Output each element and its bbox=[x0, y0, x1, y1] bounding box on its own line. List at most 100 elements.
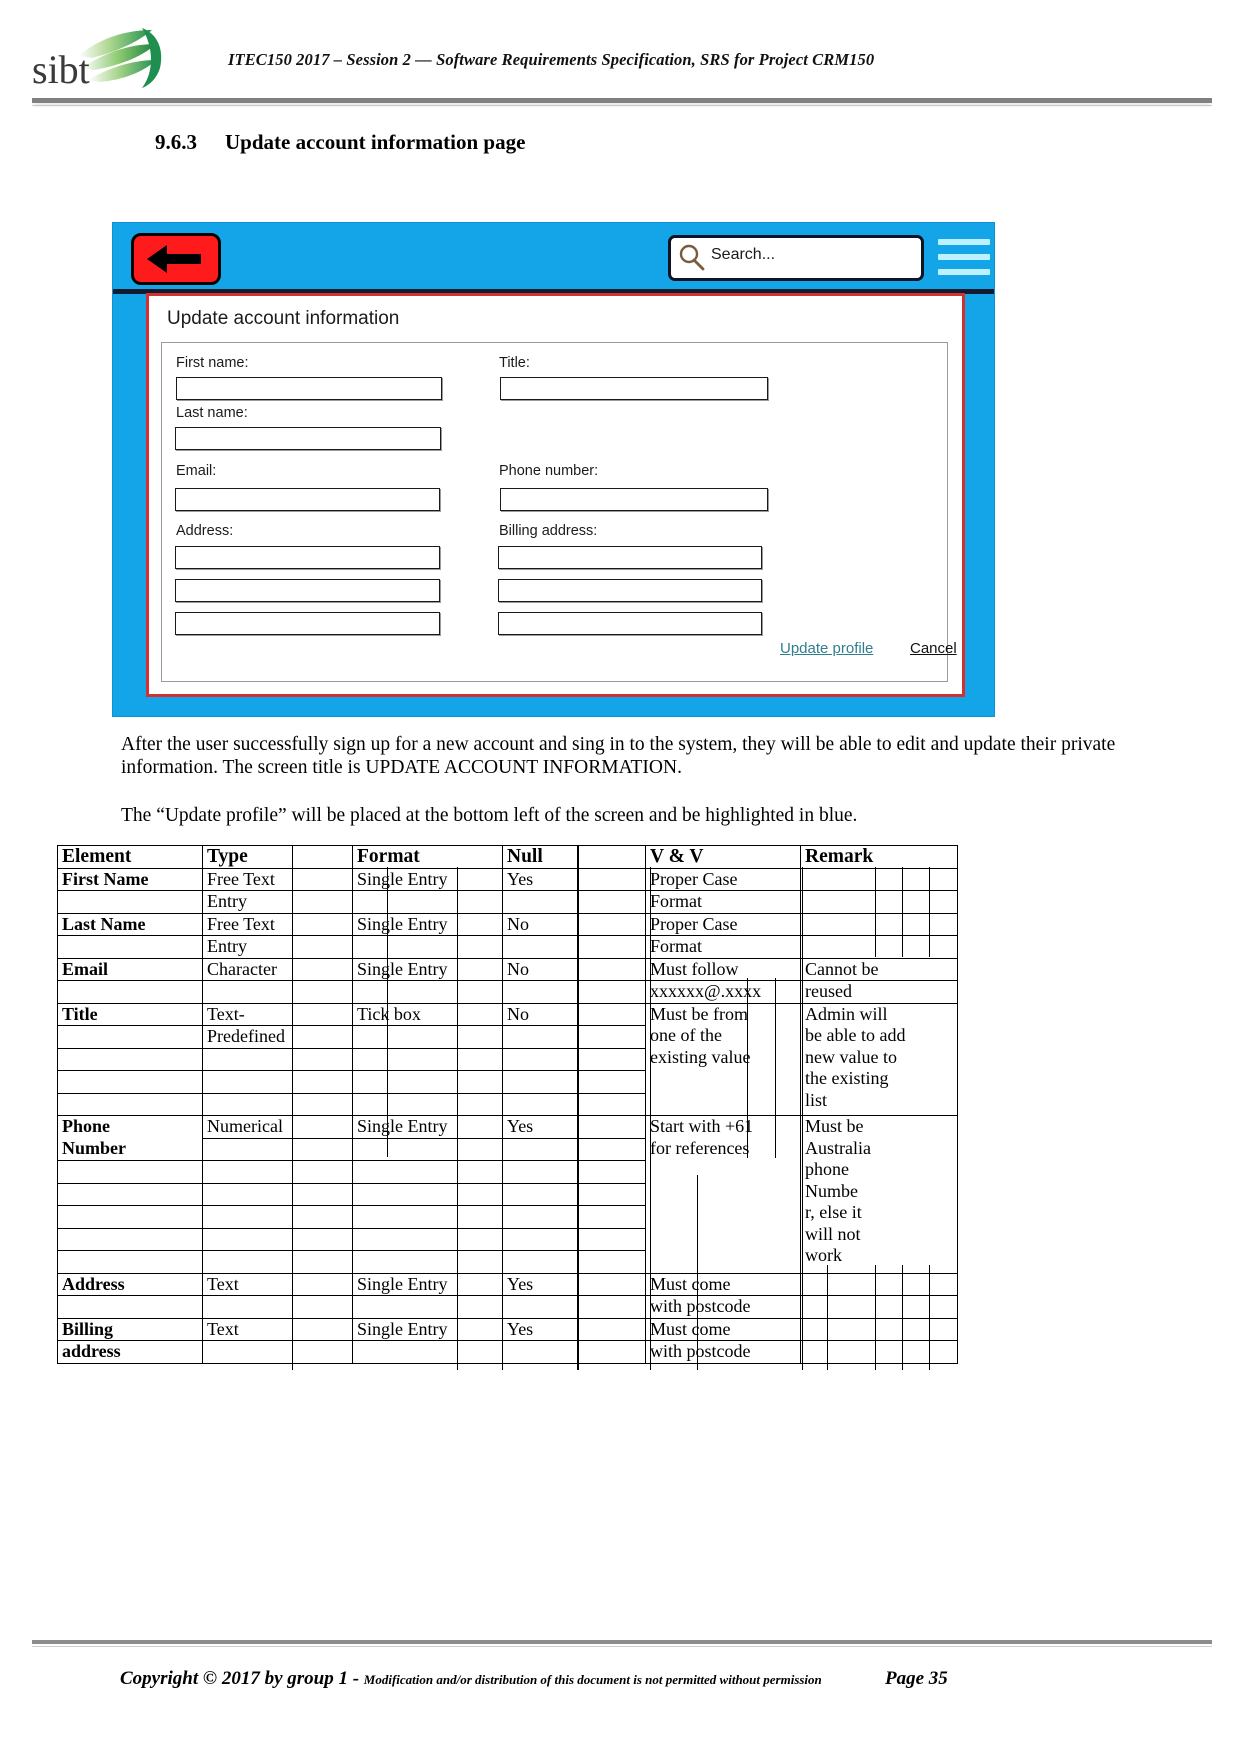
table-row: Billing Text Single Entry Yes Must come bbox=[57, 1317, 958, 1341]
search-input[interactable]: Search... bbox=[668, 235, 924, 281]
grid-artifact bbox=[902, 1265, 903, 1370]
grid-artifact bbox=[650, 867, 651, 1370]
cell-null-cont bbox=[502, 1340, 646, 1364]
cell-null: Yes bbox=[502, 867, 646, 891]
cell-format: Single Entry bbox=[352, 957, 503, 981]
cell-format-cont bbox=[352, 1137, 503, 1161]
cell-type: Text- bbox=[202, 1002, 353, 1026]
cell-pad bbox=[502, 1250, 646, 1274]
cell-pad bbox=[202, 1182, 353, 1206]
cell-vv: Proper Case bbox=[645, 912, 801, 936]
table-row: Email Character Single Entry No Must fol… bbox=[57, 957, 958, 981]
search-placeholder: Search... bbox=[711, 246, 776, 263]
cell-pad bbox=[57, 1205, 203, 1229]
grid-artifact bbox=[902, 867, 903, 957]
title-input[interactable] bbox=[500, 377, 768, 400]
last-name-input[interactable] bbox=[175, 427, 441, 450]
logo-wordmark: sibt bbox=[32, 47, 90, 90]
cell-pad bbox=[57, 1092, 203, 1116]
cell-null: Yes bbox=[502, 1272, 646, 1296]
th-vv: V & V bbox=[645, 845, 801, 869]
cell-pad bbox=[57, 1227, 203, 1251]
header-title: ITEC150 2017 – Session 2 — Software Requ… bbox=[228, 50, 875, 69]
cancel-link[interactable]: Cancel bbox=[910, 640, 957, 657]
cell-pad bbox=[352, 1205, 503, 1229]
header-divider bbox=[32, 98, 1212, 103]
cell-vv: Must be from one of the existing value bbox=[645, 1002, 801, 1116]
cell-pad bbox=[202, 1070, 353, 1094]
cell-pad bbox=[352, 1182, 503, 1206]
cell-type: Character bbox=[202, 957, 353, 981]
cell-format-cont bbox=[352, 1340, 503, 1364]
cell-remark: Cannot be bbox=[800, 957, 958, 981]
cell-null-cont bbox=[502, 1295, 646, 1319]
billing-line2-input[interactable] bbox=[498, 579, 762, 602]
cell-element-cont bbox=[57, 980, 203, 1004]
burger-bar-2 bbox=[938, 254, 990, 260]
cell-pad bbox=[202, 1160, 353, 1184]
cell-pad bbox=[202, 1047, 353, 1071]
cell-vv-cont: Format bbox=[645, 890, 801, 914]
first-name-input[interactable] bbox=[176, 377, 442, 400]
cell-format: Single Entry bbox=[352, 1115, 503, 1139]
cell-pad bbox=[502, 1070, 646, 1094]
cell-null-cont bbox=[502, 890, 646, 914]
ui-mockup: Search... Update account information Fir… bbox=[112, 222, 995, 717]
cell-format-cont bbox=[352, 1025, 503, 1049]
cell-vv-cont: with postcode bbox=[645, 1295, 801, 1319]
cell-remark-cont bbox=[800, 1295, 958, 1319]
cell-format-cont bbox=[352, 890, 503, 914]
cell-remark-cont: reused bbox=[800, 980, 958, 1004]
cell-remark-cont bbox=[800, 890, 958, 914]
table-row-cont: address with postcode bbox=[57, 1340, 958, 1364]
billing-line3-input[interactable] bbox=[498, 612, 762, 635]
billing-line1-input[interactable] bbox=[498, 546, 762, 569]
cell-element: Billing bbox=[57, 1317, 203, 1341]
first-name-label: First name: bbox=[176, 355, 249, 371]
grid-artifact bbox=[292, 845, 293, 1370]
cell-element: Phone Number bbox=[57, 1115, 203, 1161]
cell-pad bbox=[57, 1182, 203, 1206]
hamburger-menu-icon[interactable] bbox=[938, 237, 990, 279]
cell-type: Free Text bbox=[202, 912, 353, 936]
address-line2-input[interactable] bbox=[175, 579, 440, 602]
spec-table: Element Type Format Null V & V Remark Fi… bbox=[57, 845, 958, 1364]
address-label: Address: bbox=[176, 523, 234, 539]
cell-format: Tick box bbox=[352, 1002, 503, 1026]
back-button[interactable] bbox=[131, 233, 221, 285]
cell-null-cont bbox=[502, 980, 646, 1004]
last-name-label: Last name: bbox=[176, 405, 248, 421]
cell-pad bbox=[502, 1227, 646, 1251]
cell-pad bbox=[352, 1227, 503, 1251]
cell-format: Single Entry bbox=[352, 1272, 503, 1296]
th-format: Format bbox=[352, 845, 503, 869]
cell-pad bbox=[502, 1182, 646, 1206]
grid-artifact bbox=[802, 867, 803, 1370]
description-paragraph-1: After the user successfully sign up for … bbox=[121, 734, 1116, 778]
card-title: Update account information bbox=[167, 308, 400, 329]
cell-pad bbox=[202, 1092, 353, 1116]
cell-pad bbox=[502, 1205, 646, 1229]
address-line1-input[interactable] bbox=[175, 546, 440, 569]
cell-null: Yes bbox=[502, 1317, 646, 1341]
address-line3-input[interactable] bbox=[175, 612, 440, 635]
table-row: Last Name Free Text Single Entry No Prop… bbox=[57, 912, 958, 936]
grid-artifact bbox=[875, 1265, 876, 1370]
cell-pad bbox=[352, 1070, 503, 1094]
cell-pad bbox=[352, 1250, 503, 1274]
cell-type-cont: Entry bbox=[202, 890, 353, 914]
th-remark: Remark bbox=[800, 845, 958, 869]
billing-label: Billing address: bbox=[499, 523, 598, 539]
form-area: First name: Last name: Email: Address: T… bbox=[161, 342, 957, 682]
section-heading: 9.6.3 Update account information page bbox=[155, 130, 525, 155]
cell-element-cont bbox=[57, 935, 203, 959]
cell-format-cont bbox=[352, 1295, 503, 1319]
cell-null: Yes bbox=[502, 1115, 646, 1139]
update-profile-link[interactable]: Update profile bbox=[780, 640, 873, 657]
cell-type-cont bbox=[202, 1137, 353, 1161]
footer-divider bbox=[32, 1640, 1212, 1644]
email-input[interactable] bbox=[175, 488, 440, 511]
page-header: sibt ITEC150 2017 – Session 2 — Software… bbox=[0, 0, 1241, 106]
table-row-cont: Entry Format bbox=[57, 935, 958, 959]
phone-input[interactable] bbox=[500, 488, 768, 511]
